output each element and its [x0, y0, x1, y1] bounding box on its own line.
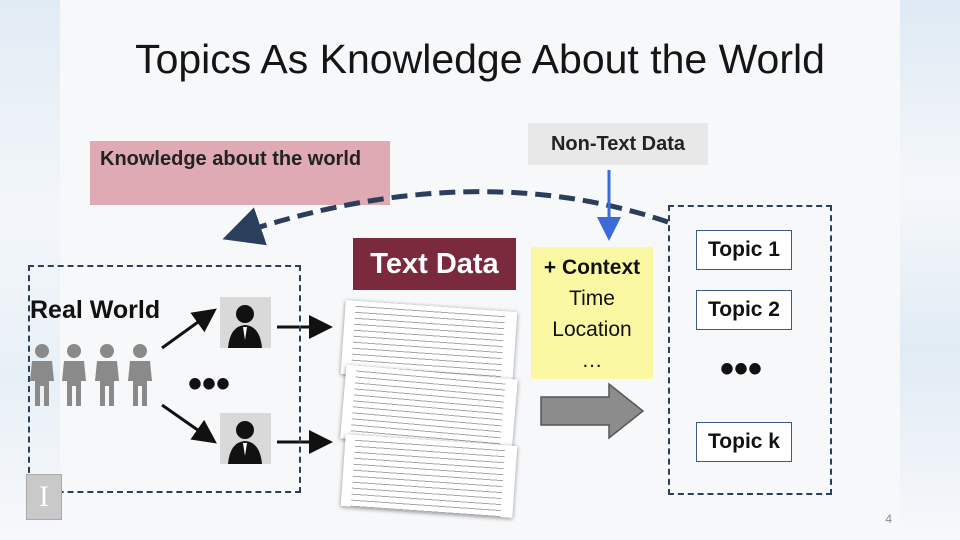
context-location: Location — [552, 318, 632, 341]
real-world-ellipsis: ••• — [188, 362, 231, 406]
page-number: 4 — [885, 512, 892, 526]
topics-ellipsis: ••• — [720, 347, 763, 391]
logo-icon: I — [26, 474, 62, 520]
document-3 — [340, 434, 518, 518]
text-data-label: Text Data — [353, 238, 516, 290]
context-ellipsis: … — [581, 349, 603, 372]
topic-2: Topic 2 — [696, 290, 792, 330]
topic-k: Topic k — [696, 422, 792, 462]
context-heading: + Context — [543, 256, 641, 279]
context-time: Time — [569, 287, 615, 310]
gray-block-arrow — [540, 382, 645, 440]
feedback-arrow — [222, 189, 669, 246]
real-world-label: Real World — [30, 296, 161, 324]
context-box: + Context Time Location … — [531, 247, 653, 379]
topic-1: Topic 1 — [696, 230, 792, 270]
